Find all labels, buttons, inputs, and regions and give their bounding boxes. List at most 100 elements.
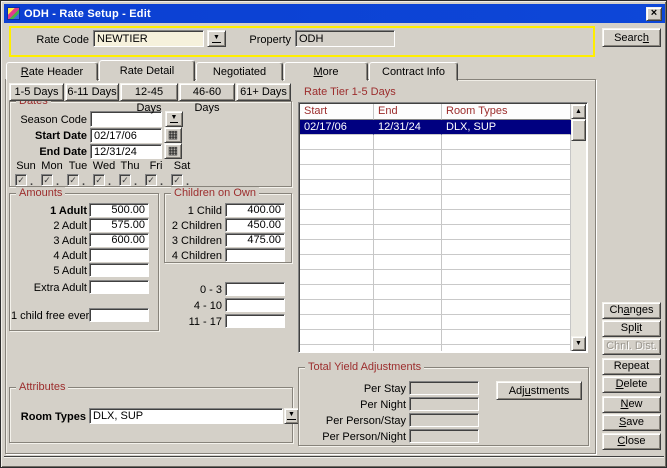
yield-label: Per Stay (306, 383, 406, 395)
close-icon[interactable]: × (646, 7, 662, 21)
weekday-dot: . (30, 178, 33, 186)
table-row-empty[interactable] (300, 165, 571, 180)
day-tab-46-60-days[interactable]: 46-60 Days (179, 83, 235, 101)
tab-negotiated[interactable]: Negotiated (196, 62, 283, 81)
tab-contract-info[interactable]: Contract Info (369, 62, 458, 81)
delete-button[interactable]: Delete (602, 376, 661, 393)
weekday-checkbox-row: ✓. (169, 174, 189, 186)
weekday-checkbox[interactable]: ✓ (15, 174, 27, 186)
weekday-checkbox[interactable]: ✓ (171, 174, 183, 186)
table-row-empty[interactable] (300, 285, 571, 300)
age-range-3-input[interactable] (225, 314, 285, 328)
cell-empty (374, 135, 442, 150)
cell-empty (300, 330, 374, 345)
cell-empty (442, 270, 571, 285)
start-date-calendar-button[interactable]: ▦ (164, 127, 182, 143)
rate-code-dropdown-button[interactable]: ▼ (207, 30, 226, 47)
window-title: ODH - Rate Setup - Edit (24, 8, 646, 20)
end-date-calendar-button[interactable]: ▦ (164, 143, 182, 159)
new-button[interactable]: New (602, 396, 661, 413)
end-date-input[interactable]: 12/31/24 (90, 144, 162, 159)
rate-tier-grid[interactable]: StartEndRoom Types02/17/0612/31/24DLX, S… (298, 102, 588, 353)
grid-scrollbar[interactable]: ▲ ▼ (571, 104, 586, 351)
weekday-checkbox[interactable]: ✓ (119, 174, 131, 186)
table-row-empty[interactable] (300, 300, 571, 315)
amount-5-input[interactable] (89, 263, 149, 277)
weekday-checkbox[interactable]: ✓ (93, 174, 105, 186)
weekday-label: Fri (143, 160, 169, 172)
amount-4-label: 4 Adult (11, 250, 87, 262)
tab-more[interactable]: More (284, 62, 368, 81)
rate-setup-window: ODH - Rate Setup - Edit × Rate Code NEWT… (0, 0, 667, 468)
amount-3-input[interactable]: 600.00 (89, 233, 149, 247)
scroll-up-icon[interactable]: ▲ (571, 104, 586, 119)
table-row-empty[interactable] (300, 210, 571, 225)
table-row-empty[interactable] (300, 180, 571, 195)
cell-empty (300, 255, 374, 270)
tab-strip: Rate HeaderRate DetailNegotiatedMoreCont… (6, 60, 459, 81)
title-bar[interactable]: ODH - Rate Setup - Edit × (4, 4, 665, 23)
table-row-empty[interactable] (300, 240, 571, 255)
table-row-empty[interactable] (300, 345, 571, 351)
weekday-label: Mon (39, 160, 65, 172)
save-button[interactable]: Save (602, 414, 661, 431)
child-free-input[interactable] (89, 308, 149, 322)
table-row[interactable]: 02/17/0612/31/24DLX, SUP (300, 120, 571, 135)
adjustments-button[interactable]: Adjustments (496, 381, 582, 400)
weekday-label: Thu (117, 160, 143, 172)
day-tab-12-45-days[interactable]: 12-45 Days (120, 83, 178, 101)
cell-empty (300, 225, 374, 240)
amount-4-input[interactable] (89, 248, 149, 262)
table-row-empty[interactable] (300, 195, 571, 210)
age-range-1-input[interactable] (225, 282, 285, 296)
grid-column-header[interactable]: End (374, 104, 442, 120)
repeat-button[interactable]: Repeat (602, 358, 661, 375)
children-3-input[interactable]: 475.00 (225, 233, 285, 247)
cell-empty (374, 270, 442, 285)
rate-code-input[interactable]: NEWTIER (93, 30, 204, 47)
weekday-checkbox-row: ✓. (65, 174, 85, 186)
day-tab-1-5-days[interactable]: 1-5 Days (9, 83, 64, 101)
scroll-down-icon[interactable]: ▼ (571, 336, 586, 351)
chevron-down-icon: ▼ (170, 115, 179, 123)
weekday-checkbox[interactable]: ✓ (67, 174, 79, 186)
season-code-dropdown-button[interactable]: ▼ (165, 111, 183, 127)
tab-rate-header[interactable]: Rate Header (6, 62, 98, 81)
start-date-input[interactable]: 02/17/06 (90, 128, 162, 143)
grid-column-header[interactable]: Start (300, 104, 374, 120)
weekday-cell: Sat✓. (169, 160, 195, 186)
cell-empty (300, 150, 374, 165)
table-row-empty[interactable] (300, 225, 571, 240)
children-4-input[interactable] (225, 248, 285, 262)
cell-empty (300, 165, 374, 180)
room-types-input[interactable]: DLX, SUP (89, 408, 283, 424)
table-row-empty[interactable] (300, 315, 571, 330)
weekday-label: Tue (65, 160, 91, 172)
table-row-empty[interactable] (300, 150, 571, 165)
amount-2-input[interactable]: 575.00 (89, 218, 149, 232)
amount-1-input[interactable]: 500.00 (89, 203, 149, 217)
table-row-empty[interactable] (300, 255, 571, 270)
children-2-input[interactable]: 450.00 (225, 218, 285, 232)
cell-empty (300, 180, 374, 195)
day-tab-61-days[interactable]: 61+ Days (236, 83, 291, 101)
table-row-empty[interactable] (300, 270, 571, 285)
weekday-checkbox[interactable]: ✓ (41, 174, 53, 186)
day-tab-6-11-days[interactable]: 6-11 Days (65, 83, 119, 101)
amount-6-input[interactable] (89, 280, 149, 294)
scrollbar-thumb[interactable] (571, 119, 586, 141)
tab-rate-detail[interactable]: Rate Detail (99, 60, 195, 81)
children-1-input[interactable]: 400.00 (225, 203, 285, 217)
age-range-2-input[interactable] (225, 298, 285, 312)
split-button[interactable]: Split (602, 320, 661, 337)
grid-column-header[interactable]: Room Types (442, 104, 571, 120)
changes-button[interactable]: Changes (602, 302, 661, 319)
close-button[interactable]: Close (602, 433, 661, 450)
room-types-dropdown-button[interactable]: ▼ (284, 408, 299, 424)
yield-input (409, 429, 479, 443)
search-button[interactable]: Search (602, 28, 661, 47)
table-row-empty[interactable] (300, 135, 571, 150)
table-row-empty[interactable] (300, 330, 571, 345)
cell-empty (300, 195, 374, 210)
weekday-checkbox[interactable]: ✓ (145, 174, 157, 186)
